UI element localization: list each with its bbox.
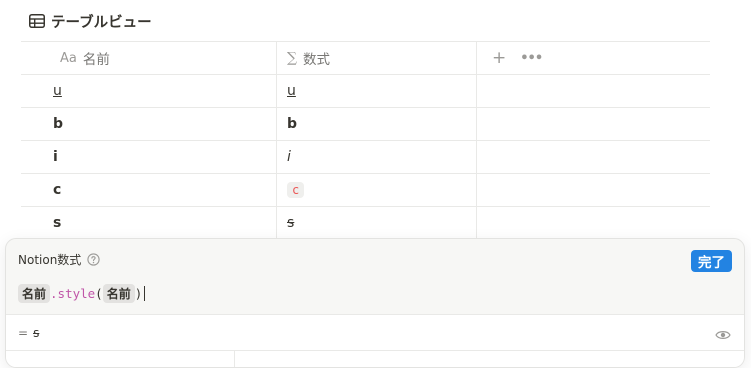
table-row[interactable]: c c	[21, 173, 710, 206]
name-value: i	[53, 149, 58, 165]
name-value: s	[53, 215, 62, 231]
view-title: テーブルビュー	[51, 14, 152, 31]
empty-cell	[477, 141, 710, 173]
editor-title-text: Notion数式	[18, 253, 82, 267]
formula-editor-panel: Notion数式 完了 名前 .style ( 名前 ) = s	[5, 238, 745, 368]
table-row[interactable]: b b	[21, 107, 710, 140]
name-cell[interactable]: c	[21, 174, 277, 206]
empty-cell	[477, 174, 710, 206]
result-value: s	[33, 326, 40, 340]
empty-cell	[477, 108, 710, 140]
name-cell[interactable]: b	[21, 108, 277, 140]
database-table: Aa 名前 ∑ 数式 + ••• u u b b i i c c s s	[21, 41, 710, 239]
divider	[6, 350, 744, 351]
result-line: = s	[18, 326, 39, 340]
formula-cell[interactable]: s	[277, 207, 477, 239]
property-token: 名前	[102, 283, 135, 303]
column-header-label: 数式	[303, 52, 330, 68]
table-icon	[29, 13, 45, 29]
formula-value: c	[287, 182, 305, 198]
name-cell[interactable]: u	[21, 75, 277, 107]
table-row[interactable]: i i	[21, 140, 710, 173]
text-caret	[144, 285, 146, 301]
close-paren: )	[134, 285, 143, 301]
view-tab[interactable]: テーブルビュー	[29, 10, 152, 32]
table-row[interactable]: s s	[21, 206, 710, 239]
divider	[234, 350, 235, 367]
formula-cell[interactable]: c	[277, 174, 477, 206]
formula-value: b	[287, 116, 298, 132]
formula-value: i	[287, 149, 291, 165]
formula-cell[interactable]: i	[277, 141, 477, 173]
function-token: .style	[50, 285, 96, 301]
column-header-formula[interactable]: ∑ 数式	[277, 42, 477, 74]
formula-input[interactable]: 名前 .style ( 名前 )	[18, 283, 146, 303]
property-token: 名前	[18, 283, 51, 303]
formula-value: u	[287, 83, 296, 99]
formula-property-icon: ∑	[287, 50, 297, 66]
add-column-icon[interactable]: +	[492, 48, 506, 68]
editor-title: Notion数式	[18, 251, 100, 268]
name-cell[interactable]: s	[21, 207, 277, 239]
table-header-row: Aa 名前 ∑ 数式 + •••	[21, 41, 710, 74]
eye-icon[interactable]	[715, 327, 731, 341]
name-value: u	[53, 83, 62, 99]
more-options-icon[interactable]: •••	[520, 51, 543, 66]
column-header-actions: + •••	[477, 42, 710, 74]
table-row[interactable]: u u	[21, 74, 710, 107]
name-cell[interactable]: i	[21, 141, 277, 173]
question-circle-icon[interactable]	[87, 253, 100, 266]
column-header-name[interactable]: Aa 名前	[21, 42, 277, 74]
name-value: b	[53, 116, 64, 132]
formula-cell[interactable]: b	[277, 108, 477, 140]
open-paren: (	[95, 285, 103, 301]
empty-cell	[477, 75, 710, 107]
done-button[interactable]: 完了	[691, 250, 732, 272]
result-preview: = s	[6, 314, 744, 367]
result-prefix: =	[18, 326, 29, 340]
column-header-label: 名前	[82, 52, 110, 68]
name-value: c	[53, 182, 62, 198]
formula-value: s	[287, 215, 295, 231]
formula-cell[interactable]: u	[277, 75, 477, 107]
empty-cell	[477, 207, 710, 239]
text-property-icon: Aa	[60, 50, 77, 66]
